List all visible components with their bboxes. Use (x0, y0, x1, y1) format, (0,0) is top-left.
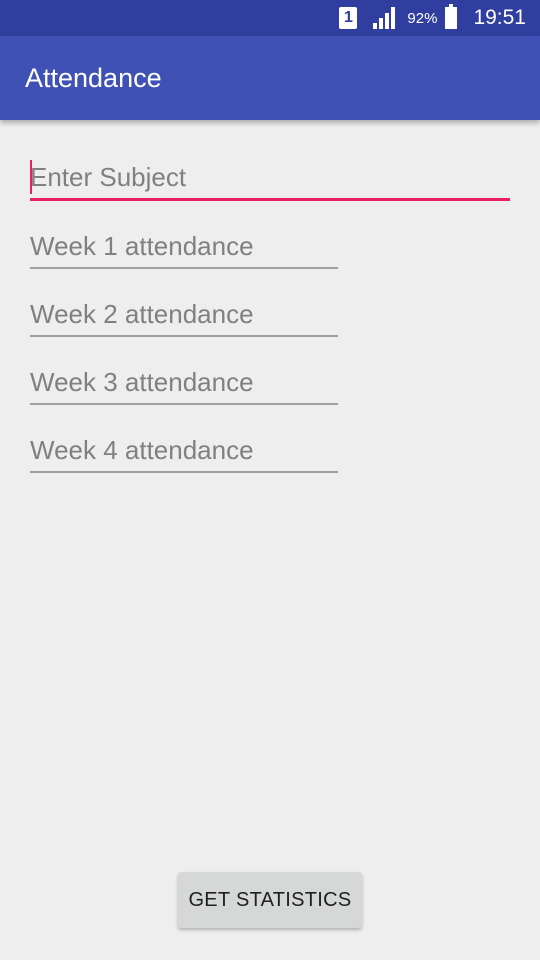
status-icons: 1 92% 19:51 (339, 0, 526, 36)
app-title: Attendance (25, 63, 162, 93)
week1-field[interactable] (30, 227, 338, 269)
week3-attendance-input[interactable] (30, 363, 338, 401)
signal-strength-icon (373, 7, 399, 29)
battery-icon (445, 4, 458, 29)
app-bar: Attendance (0, 36, 540, 120)
week4-attendance-input[interactable] (30, 431, 338, 469)
status-clock: 19:51 (473, 6, 526, 29)
text-cursor (30, 160, 32, 194)
week3-field[interactable] (30, 363, 338, 405)
week2-field[interactable] (30, 295, 338, 337)
sim-card-icon: 1 (339, 7, 358, 29)
subject-input[interactable] (30, 158, 510, 196)
get-statistics-button[interactable]: GET STATISTICS (178, 872, 362, 928)
status-bar: 1 92% 19:51 (0, 0, 540, 36)
week4-field[interactable] (30, 431, 338, 473)
week1-attendance-input[interactable] (30, 227, 338, 265)
subject-field[interactable] (30, 158, 510, 201)
battery-percent: 92% (407, 9, 438, 27)
week2-attendance-input[interactable] (30, 295, 338, 333)
